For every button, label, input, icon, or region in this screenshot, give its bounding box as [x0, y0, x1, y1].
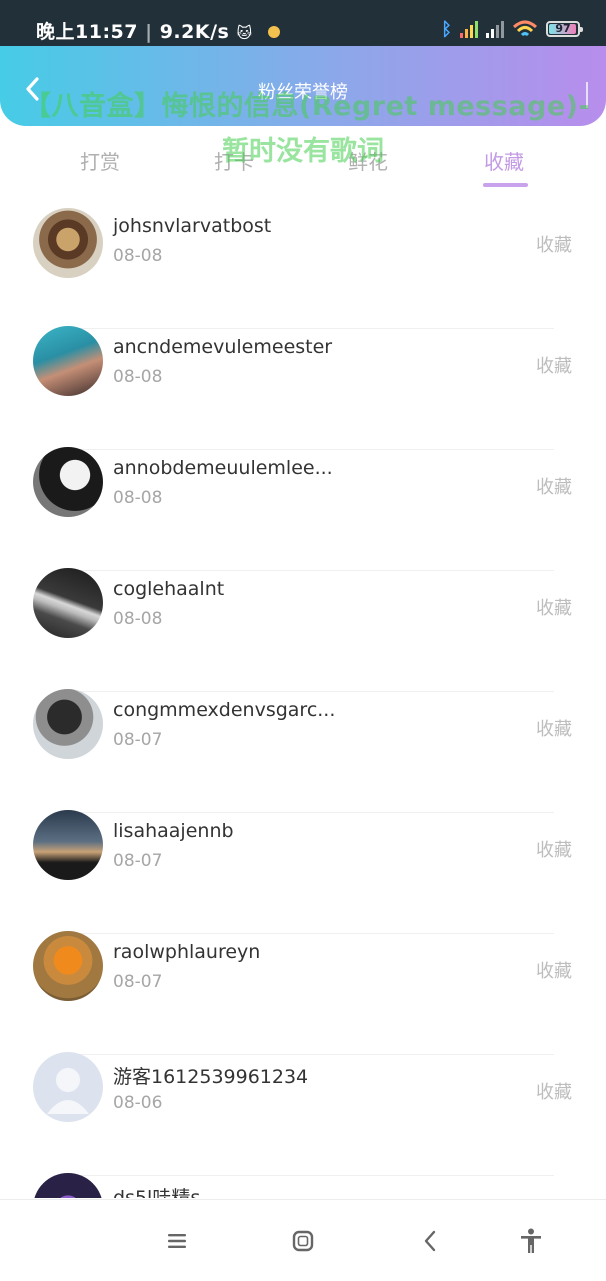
- signal-icon-1: [460, 20, 478, 38]
- fan-date: 08-08: [113, 488, 163, 508]
- avatar: [33, 326, 103, 396]
- wifi-icon: [512, 20, 538, 37]
- cat-app-icon: 🐱: [236, 24, 253, 42]
- avatar: [33, 689, 103, 759]
- fan-list[interactable]: johsnvlarvatbost 08-08 收藏 ancndemevuleme…: [0, 208, 606, 1198]
- list-item[interactable]: annobdemeuulemlee... 08-08 收藏: [0, 447, 606, 571]
- fan-name: lisahaajennb: [113, 820, 234, 842]
- list-item[interactable]: coglehaalnt 08-08 收藏: [0, 568, 606, 692]
- lyric-overlay-line2: 暂时没有歌词: [222, 136, 384, 167]
- fan-name: 游客1612539961234: [113, 1066, 309, 1088]
- fan-date: 08-07: [113, 730, 163, 750]
- clock: 晚上11:57: [36, 21, 138, 43]
- battery-level: 97: [555, 22, 571, 35]
- network-speed: 9.2K/s: [159, 21, 230, 43]
- fan-action-tag: 收藏: [536, 719, 572, 740]
- fan-action-tag: 收藏: [536, 840, 572, 861]
- fan-name: ds5l哇精s: [113, 1187, 201, 1198]
- fan-action-tag: 收藏: [536, 1082, 572, 1103]
- menu-icon[interactable]: [162, 1226, 192, 1256]
- fan-action-tag: 收藏: [536, 356, 572, 377]
- avatar: [33, 208, 103, 278]
- back-icon[interactable]: [416, 1226, 446, 1256]
- fan-date: 08-07: [113, 972, 163, 992]
- fan-action-tag: 收藏: [536, 477, 572, 498]
- fan-date: 08-08: [113, 367, 163, 387]
- list-item[interactable]: ds5l哇精s: [0, 1173, 606, 1198]
- fan-name: congmmexdenvsgarc...: [113, 699, 336, 721]
- list-item[interactable]: congmmexdenvsgarc... 08-07 收藏: [0, 689, 606, 813]
- active-tab-indicator: [483, 183, 528, 187]
- accessibility-icon[interactable]: [516, 1226, 546, 1256]
- fan-action-tag: 收藏: [536, 961, 572, 982]
- avatar: [33, 447, 103, 517]
- app-notification-icon: [267, 26, 280, 38]
- list-item[interactable]: raolwphlaureyn 08-07 收藏: [0, 931, 606, 1055]
- fan-date: 08-06: [113, 1093, 163, 1113]
- fan-date: 08-08: [113, 246, 163, 266]
- list-item[interactable]: ancndemevulemeester 08-08 收藏: [0, 326, 606, 450]
- fan-date: 08-07: [113, 851, 163, 871]
- fan-name: johsnvlarvatbost: [113, 215, 272, 237]
- list-item[interactable]: lisahaajennb 08-07 收藏: [0, 810, 606, 934]
- battery-icon: 97: [546, 21, 583, 37]
- avatar: [33, 568, 103, 638]
- fan-name: raolwphlaureyn: [113, 941, 261, 963]
- system-navigation-bar: [0, 1199, 606, 1281]
- avatar: [33, 1173, 103, 1198]
- avatar: [33, 810, 103, 880]
- fan-action-tag: 收藏: [536, 235, 572, 256]
- lyric-overlay-line1: 【八音盒】悔恨的信息(Regret message)-: [24, 91, 591, 122]
- avatar: [33, 931, 103, 1001]
- list-item[interactable]: johsnvlarvatbost 08-08 收藏: [0, 208, 606, 329]
- signal-icon-2: [486, 20, 504, 38]
- fan-name: annobdemeuulemlee...: [113, 457, 333, 479]
- list-item[interactable]: 游客1612539961234 08-06 收藏: [0, 1052, 606, 1176]
- fan-name: ancndemevulemeester: [113, 336, 333, 358]
- home-icon[interactable]: [288, 1226, 318, 1256]
- fan-date: 08-08: [113, 609, 163, 629]
- fan-action-tag: 收藏: [536, 598, 572, 619]
- fan-name: coglehaalnt: [113, 578, 225, 600]
- status-time: 晚上11:57 | 9.2K/s 🐱: [36, 17, 280, 44]
- bluetooth-icon: ᛒ: [441, 18, 452, 40]
- default-avatar-icon: [33, 1052, 103, 1122]
